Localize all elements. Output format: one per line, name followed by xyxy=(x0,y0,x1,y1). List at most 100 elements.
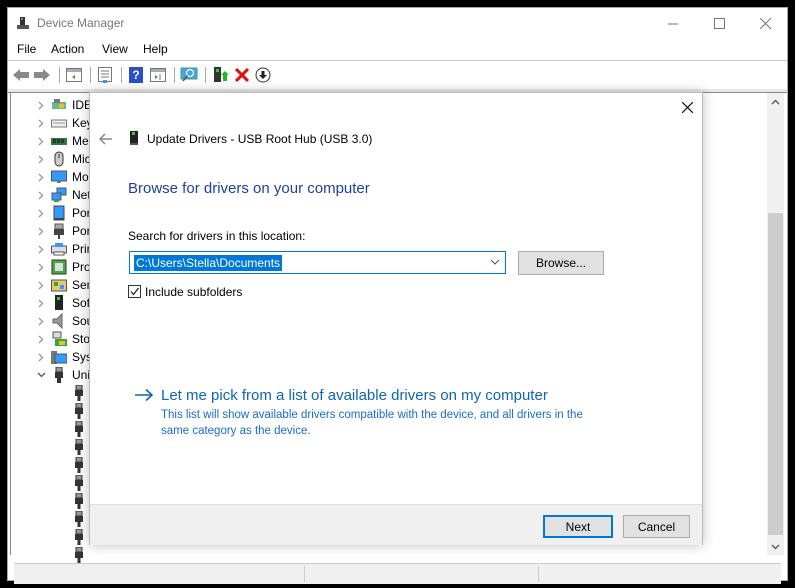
maximize-button[interactable] xyxy=(696,8,742,38)
tree-item-label[interactable]: Uni xyxy=(72,368,90,382)
update-drivers-dialog: Update Drivers - USB Root Hub (USB 3.0) … xyxy=(89,92,703,545)
sensor-icon xyxy=(51,279,67,292)
update-driver-button[interactable] xyxy=(211,66,229,84)
back-arrow-icon[interactable] xyxy=(98,131,114,147)
next-button[interactable]: Next xyxy=(543,515,613,538)
tree-item-label[interactable]: Por xyxy=(72,224,91,238)
scrollbar-thumb[interactable] xyxy=(768,213,783,535)
browse-button[interactable]: Browse... xyxy=(518,251,604,275)
chevron-right-icon[interactable] xyxy=(36,186,46,204)
properties-button[interactable] xyxy=(96,66,114,84)
chevron-right-icon[interactable] xyxy=(36,132,46,150)
include-subfolders-label[interactable]: Include subfolders xyxy=(145,285,242,299)
include-subfolders-checkbox[interactable] xyxy=(128,285,141,298)
chevron-right-icon[interactable] xyxy=(36,312,46,330)
toolbar-separator xyxy=(205,67,206,83)
scan-hardware-button[interactable] xyxy=(180,66,198,84)
scroll-down-button[interactable] xyxy=(767,538,784,555)
forward-arrow-icon xyxy=(34,69,50,81)
driver-path-combobox[interactable]: C:\Users\Stella\Documents xyxy=(129,251,506,274)
tree-item-label[interactable]: Mic xyxy=(72,152,91,166)
toolbar-separator xyxy=(174,67,175,83)
chevron-right-icon[interactable] xyxy=(36,96,46,114)
tree-item-label[interactable]: Me xyxy=(72,134,89,148)
usb-root-hub-icon[interactable] xyxy=(74,547,84,563)
menu-action[interactable]: Action xyxy=(51,42,84,56)
chevron-right-icon[interactable] xyxy=(36,330,46,348)
dialog-header-title: Update Drivers - USB Root Hub (USB 3.0) xyxy=(147,132,373,146)
usb-root-hub-icon[interactable] xyxy=(74,385,84,401)
menu-bar: File Action View Help xyxy=(8,39,787,59)
chevron-right-icon[interactable] xyxy=(36,294,46,312)
menu-file[interactable]: File xyxy=(17,42,36,56)
chevron-right-icon[interactable] xyxy=(36,114,46,132)
dialog-footer: Next Cancel xyxy=(90,504,702,545)
tree-item-label[interactable]: Sto xyxy=(72,332,90,346)
action-pane-icon xyxy=(150,68,166,82)
action-pane-button[interactable] xyxy=(149,66,167,84)
close-icon xyxy=(681,101,693,113)
tree-item-label[interactable]: Por xyxy=(72,206,91,220)
port-icon xyxy=(54,223,64,239)
back-button[interactable] xyxy=(12,66,30,84)
usb-root-hub-icon[interactable] xyxy=(74,439,84,455)
pick-driver-description[interactable]: This list will show available drivers co… xyxy=(161,407,611,439)
chevron-right-icon[interactable] xyxy=(36,240,46,258)
software-device-icon xyxy=(55,295,63,310)
minimize-button[interactable] xyxy=(650,8,696,38)
update-driver-icon xyxy=(214,67,228,82)
title-bar: Device Manager xyxy=(8,8,787,38)
printer-icon xyxy=(51,243,67,256)
console-tree-button[interactable] xyxy=(65,66,83,84)
chevron-right-icon[interactable] xyxy=(36,276,46,294)
chevron-right-icon[interactable] xyxy=(36,168,46,186)
forward-button[interactable] xyxy=(33,66,51,84)
driver-path-input[interactable]: C:\Users\Stella\Documents xyxy=(134,255,283,271)
usb-root-hub-icon[interactable] xyxy=(74,403,84,419)
usb-root-hub-icon[interactable] xyxy=(74,529,84,545)
right-arrow-icon[interactable] xyxy=(134,388,154,402)
storage-icon xyxy=(52,331,67,346)
scan-monitor-icon xyxy=(180,67,198,82)
memory-icon xyxy=(51,138,67,145)
chevron-right-icon[interactable] xyxy=(36,222,46,240)
help-icon: ? xyxy=(129,67,143,83)
pick-driver-list-link[interactable]: Let me pick from a list of available dri… xyxy=(161,387,548,404)
chevron-down-icon[interactable] xyxy=(36,366,46,384)
status-divider xyxy=(538,566,539,582)
toolbar-separator xyxy=(59,67,60,83)
vertical-scrollbar[interactable] xyxy=(767,93,784,555)
console-tree-icon xyxy=(66,68,82,82)
cancel-button[interactable]: Cancel xyxy=(623,515,690,538)
disable-down-arrow-icon xyxy=(255,67,271,83)
usb-root-hub-icon[interactable] xyxy=(74,421,84,437)
usb-root-hub-icon[interactable] xyxy=(74,493,84,509)
network-icon xyxy=(51,187,67,202)
usb-icon xyxy=(55,367,63,383)
chevron-right-icon[interactable] xyxy=(36,150,46,168)
chevron-down-icon[interactable] xyxy=(489,256,501,268)
help-button[interactable]: ? xyxy=(127,66,145,84)
disable-device-button[interactable] xyxy=(254,66,272,84)
keyboard-icon xyxy=(51,119,67,128)
chevron-right-icon[interactable] xyxy=(36,258,46,276)
tree-item-label[interactable]: Pro xyxy=(72,260,91,274)
portable-device-icon xyxy=(53,205,65,221)
chevron-right-icon[interactable] xyxy=(36,348,46,366)
usb-root-hub-icon[interactable] xyxy=(74,457,84,473)
dialog-close-button[interactable] xyxy=(679,99,695,115)
usb-root-hub-icon[interactable] xyxy=(74,475,84,491)
status-bar xyxy=(14,563,781,584)
menu-help[interactable]: Help xyxy=(143,42,168,56)
menu-view[interactable]: View xyxy=(102,42,128,56)
system-icon xyxy=(51,351,67,364)
chevron-down-icon xyxy=(771,543,780,550)
close-button[interactable] xyxy=(742,8,788,38)
usb-root-hub-icon[interactable] xyxy=(74,511,84,527)
tree-item-label[interactable]: Mo xyxy=(72,170,89,184)
uninstall-device-button[interactable] xyxy=(233,66,251,84)
scroll-up-button[interactable] xyxy=(767,93,784,110)
ide-controller-icon xyxy=(52,99,66,109)
tree-item-label[interactable]: Net xyxy=(72,188,91,202)
chevron-right-icon[interactable] xyxy=(36,204,46,222)
